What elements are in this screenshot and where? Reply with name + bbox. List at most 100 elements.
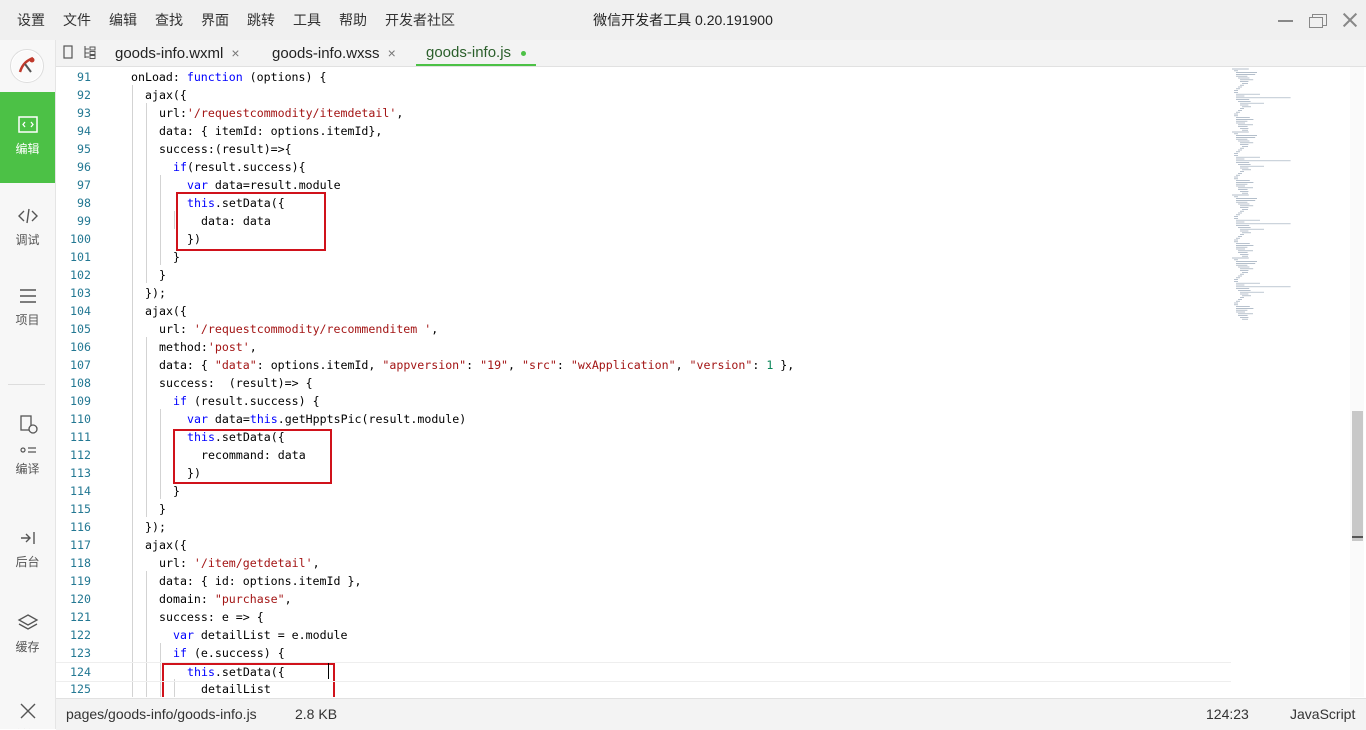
code-line[interactable]: 123 if (e.success) { — [56, 644, 1231, 662]
line-number: 118 — [70, 556, 91, 570]
code-text: data: { itemId: options.itemId}, — [159, 124, 383, 138]
code-line[interactable]: 104 ajax({ — [56, 302, 1231, 320]
code-line[interactable]: 117 ajax({ — [56, 536, 1231, 554]
code-line[interactable]: 120 domain: "purchase", — [56, 590, 1231, 608]
code-text: }); — [145, 520, 166, 534]
menu-item[interactable]: 查找 — [146, 0, 192, 40]
code-line[interactable]: 125 detailList — [56, 680, 1231, 697]
code-text: ajax({ — [145, 304, 187, 318]
code-line[interactable]: 112 recommand: data — [56, 446, 1231, 464]
code-line[interactable]: 96 if(result.success){ — [56, 158, 1231, 176]
tab-close-icon[interactable]: × — [388, 45, 396, 61]
title-bar: 设置 文件 编辑 查找 界面 跳转 工具 帮助 开发者社区 微信开发者工具 0.20.19190… — [0, 0, 1366, 41]
tab-goods-info-wxss[interactable]: goods-info.wxss × — [272, 40, 396, 66]
code-line[interactable]: 99 data: data — [56, 212, 1231, 230]
file-path[interactable]: pages/goods-info/goods-info.js — [66, 699, 257, 730]
line-number: 122 — [70, 628, 91, 642]
code-text: if (result.success) { — [173, 394, 320, 408]
vertical-scrollbar[interactable] — [1350, 67, 1364, 697]
menu-item[interactable]: 界面 — [192, 0, 238, 40]
avatar[interactable] — [10, 49, 44, 83]
cursor-position[interactable]: 124:23 — [1206, 699, 1249, 730]
code-text: success:(result)=>{ — [159, 142, 292, 156]
line-number: 107 — [70, 358, 91, 372]
sidebar-item-compile[interactable]: 编译 — [0, 414, 55, 477]
tab-goods-info-wxml[interactable]: goods-info.wxml × — [115, 40, 240, 66]
line-number: 119 — [70, 574, 91, 588]
file-tree-toggle-icon[interactable] — [61, 45, 75, 59]
code-line[interactable]: 115} — [56, 500, 1231, 518]
code-text: recommand: data — [201, 448, 306, 462]
code-text: }); — [145, 286, 166, 300]
maximize-icon[interactable] — [1302, 0, 1332, 40]
code-line[interactable]: 124 this.setData({ — [56, 662, 1231, 682]
code-text: var data=this.getHpptsPic(result.module) — [187, 412, 467, 426]
code-line[interactable]: 98 this.setData({ — [56, 194, 1231, 212]
code-text: method:'post', — [159, 340, 257, 354]
menu-item[interactable]: 编辑 — [100, 0, 146, 40]
menu-item[interactable]: 开发者社区 — [376, 0, 464, 40]
code-line[interactable]: 114} — [56, 482, 1231, 500]
code-line[interactable]: 106 method:'post', — [56, 338, 1231, 356]
line-number: 123 — [70, 646, 91, 660]
code-line[interactable]: 118 url: '/item/getdetail', — [56, 554, 1231, 572]
sidebar-item-debug[interactable]: 调试 — [0, 205, 55, 248]
line-number: 114 — [70, 484, 91, 498]
code-minimap[interactable] — [1228, 67, 1328, 332]
code-line[interactable]: 103}); — [56, 284, 1231, 302]
code-line[interactable]: 102} — [56, 266, 1231, 284]
tab-close-icon[interactable]: × — [231, 45, 239, 61]
tab-goods-info-js[interactable]: goods-info.js — [416, 40, 537, 66]
code-line[interactable]: 101} — [56, 248, 1231, 266]
code-line[interactable]: 122 var detailList = e.module — [56, 626, 1231, 644]
code-text: if(result.success){ — [173, 160, 306, 174]
code-line[interactable]: 109 if (result.success) { — [56, 392, 1231, 410]
code-line[interactable]: 94 data: { itemId: options.itemId}, — [56, 122, 1231, 140]
code-text: ajax({ — [145, 88, 187, 102]
code-text: domain: "purchase", — [159, 592, 292, 606]
code-line[interactable]: 107 data: { "data": options.itemId, "appv… — [56, 356, 1231, 374]
code-line[interactable]: 119 data: { id: options.itemId }, — [56, 572, 1231, 590]
code-line[interactable]: 110 var data=this.getHpptsPic(result.modu… — [56, 410, 1231, 428]
line-number: 102 — [70, 268, 91, 282]
sidebar-item-label: 编译 — [15, 462, 40, 476]
line-number: 125 — [70, 682, 91, 696]
close-window-icon[interactable] — [1334, 0, 1364, 40]
line-number: 106 — [70, 340, 91, 354]
code-line[interactable]: 100}) — [56, 230, 1231, 248]
sidebar-divider — [8, 384, 45, 385]
menu-item[interactable]: 跳转 — [238, 0, 284, 40]
menu-item[interactable]: 工具 — [284, 0, 330, 40]
code-line[interactable]: 92 ajax({ — [56, 86, 1231, 104]
code-line[interactable]: 91 onLoad: function (options) { — [56, 68, 1231, 86]
code-text: var data=result.module — [187, 178, 341, 192]
outline-tree-icon[interactable] — [83, 45, 97, 59]
code-line[interactable]: 121 success: e => { — [56, 608, 1231, 626]
code-editor[interactable]: 91 onLoad: function (options) {92 ajax({93… — [56, 67, 1356, 697]
status-bar: pages/goods-info/goods-info.js 2.8 KB 12… — [56, 698, 1366, 730]
sidebar-item-edit[interactable]: 编辑 — [0, 92, 55, 183]
code-line[interactable]: 116}); — [56, 518, 1231, 536]
sidebar-item-close[interactable]: 关闭 — [0, 700, 55, 729]
code-line[interactable]: 95 success:(result)=>{ — [56, 140, 1231, 158]
menu-bar: 设置 文件 编辑 查找 界面 跳转 工具 帮助 开发者社区 — [8, 0, 464, 40]
scrollbar-thumb[interactable] — [1352, 411, 1363, 541]
sidebar-item-backend[interactable]: 后台 — [0, 527, 55, 570]
code-text: success: (result)=> { — [159, 376, 313, 390]
code-line[interactable]: 113}) — [56, 464, 1231, 482]
language-mode[interactable]: JavaScript — [1290, 699, 1355, 730]
code-line[interactable]: 97 var data=result.module — [56, 176, 1231, 194]
code-line[interactable]: 105 url: '/requestcommodity/recommenditem… — [56, 320, 1231, 338]
menu-item[interactable]: 设置 — [8, 0, 54, 40]
code-text: data: { id: options.itemId }, — [159, 574, 362, 588]
code-line[interactable]: 111 this.setData({ — [56, 428, 1231, 446]
menu-item[interactable]: 文件 — [54, 0, 100, 40]
minimize-icon[interactable] — [1270, 0, 1300, 40]
sidebar-item-cache[interactable]: 缓存 — [0, 612, 55, 655]
code-line[interactable]: 93 url:'/requestcommodity/itemdetail', — [56, 104, 1231, 122]
sidebar-item-project[interactable]: 项目 — [0, 285, 55, 328]
close-icon — [20, 703, 35, 719]
menu-item[interactable]: 帮助 — [330, 0, 376, 40]
code-line[interactable]: 108 success: (result)=> { — [56, 374, 1231, 392]
line-number: 124 — [70, 665, 91, 679]
